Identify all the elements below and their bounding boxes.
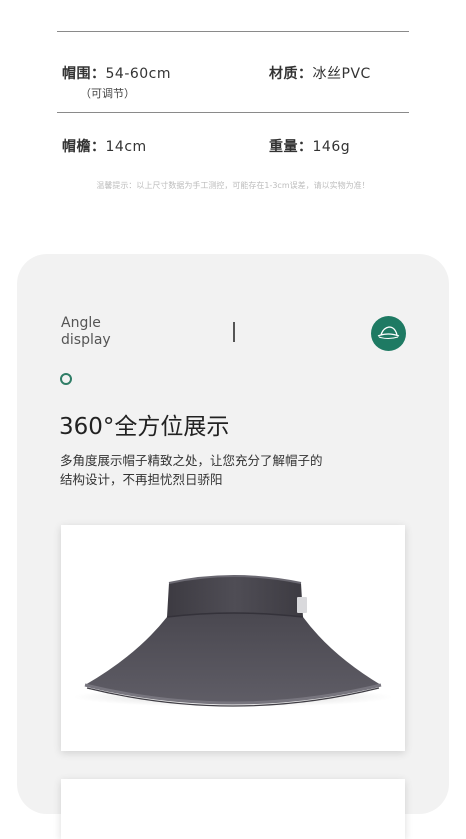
weight-value: 146g: [312, 139, 351, 155]
spec-brim: 帽檐：14cm: [62, 136, 147, 156]
description-line-2: 结构设计，不再担忧烈日骄阳: [60, 472, 223, 487]
material-value: 冰丝PVC: [312, 66, 371, 82]
top-divider: [57, 31, 409, 32]
weight-label: 重量：: [269, 139, 313, 155]
brim-label: 帽檐：: [62, 139, 106, 155]
sun-visor-hat-image: [73, 575, 393, 707]
product-image-card-2: [61, 779, 405, 839]
middle-divider: [57, 112, 409, 113]
spec-circumference: 帽围：54-60cm: [62, 63, 171, 83]
eyebrow-line-1: Angle: [61, 315, 101, 331]
adjustable-note: （可调节）: [80, 87, 135, 100]
section-title: 360°全方位展示: [59, 414, 230, 440]
product-image-card: [61, 525, 405, 751]
circumference-label: 帽围：: [62, 66, 106, 82]
material-label: 材质：: [269, 66, 313, 82]
measurement-tip: 温馨提示：以上尺寸数据为手工测控，可能存在1-3cm误差，请以实物为准！: [96, 181, 370, 190]
brim-value: 14cm: [105, 139, 147, 155]
circumference-value: 54-60cm: [105, 66, 172, 82]
hat-outline-icon: [377, 326, 400, 339]
eyebrow-line-2: display: [61, 332, 111, 348]
description-line-1: 多角度展示帽子精致之处，让您充分了解帽子的: [60, 453, 323, 468]
vertical-divider: [233, 322, 235, 342]
section-eyebrow: Angle display: [61, 315, 111, 349]
spec-weight: 重量：146g: [269, 136, 350, 156]
brand-hat-icon: [371, 316, 406, 351]
ring-bullet-icon: [60, 373, 72, 385]
spec-material: 材质：冰丝PVC: [269, 63, 371, 83]
section-description: 多角度展示帽子精致之处，让您充分了解帽子的 结构设计，不再担忧烈日骄阳: [60, 451, 400, 489]
